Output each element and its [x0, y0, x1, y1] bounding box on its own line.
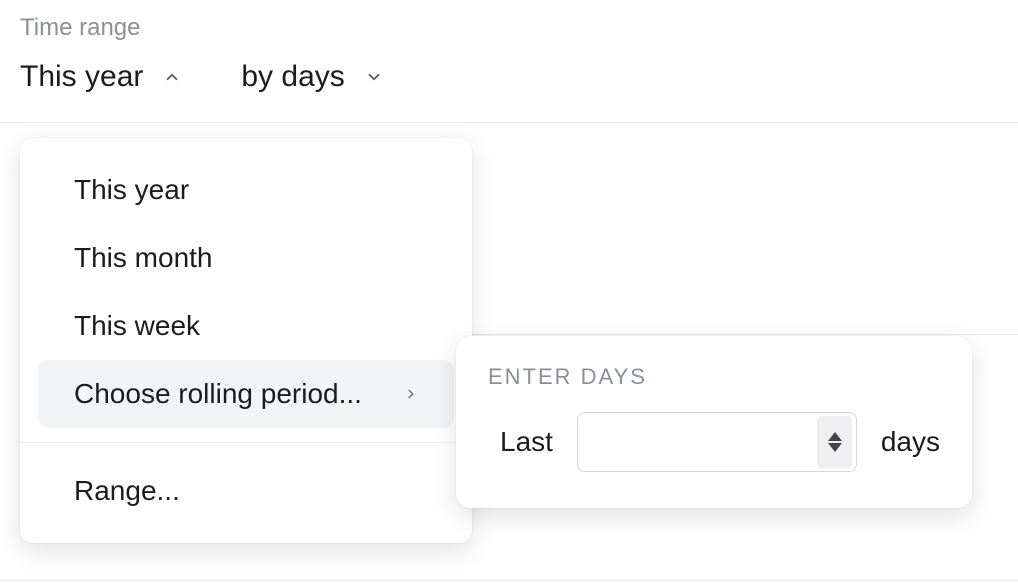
menu-item-this-year[interactable]: This year [38, 156, 454, 224]
menu-item-label: This year [74, 174, 189, 206]
menu-item-range[interactable]: Range... [38, 457, 454, 525]
divider [0, 580, 1018, 581]
menu-item-label: Choose rolling period... [74, 378, 362, 410]
menu-item-label: This week [74, 310, 200, 342]
rolling-period-flyout: ENTER DAYS Last days [456, 336, 972, 508]
granularity-selector[interactable]: by days [241, 60, 382, 94]
menu-item-choose-rolling-period[interactable]: Choose rolling period... [38, 360, 454, 428]
flyout-suffix: days [881, 426, 940, 458]
flyout-title: ENTER DAYS [488, 364, 940, 390]
flyout-prefix: Last [500, 426, 553, 458]
chevron-right-icon [404, 383, 418, 405]
menu-item-this-week[interactable]: This week [38, 292, 454, 360]
days-input[interactable] [594, 427, 817, 458]
time-range-value: This year [20, 60, 143, 94]
stepper-up-icon [828, 432, 842, 441]
flyout-body: Last days [488, 412, 940, 472]
chevron-down-icon [365, 68, 383, 86]
divider [0, 122, 1018, 123]
granularity-value: by days [241, 60, 344, 94]
chevron-up-icon [163, 68, 181, 86]
time-range-selector[interactable]: This year [20, 60, 181, 94]
menu-item-this-month[interactable]: This month [38, 224, 454, 292]
selectors-row: This year by days [0, 50, 1018, 122]
time-range-dropdown: This year This month This week Choose ro… [20, 138, 472, 543]
menu-item-label: Range... [74, 475, 180, 507]
section-label: Time range [0, 0, 1018, 50]
number-stepper[interactable] [817, 416, 852, 468]
menu-separator [20, 442, 472, 443]
divider [468, 334, 1018, 335]
stepper-down-icon [828, 443, 842, 452]
days-number-input-wrapper [577, 412, 857, 472]
menu-item-label: This month [74, 242, 213, 274]
